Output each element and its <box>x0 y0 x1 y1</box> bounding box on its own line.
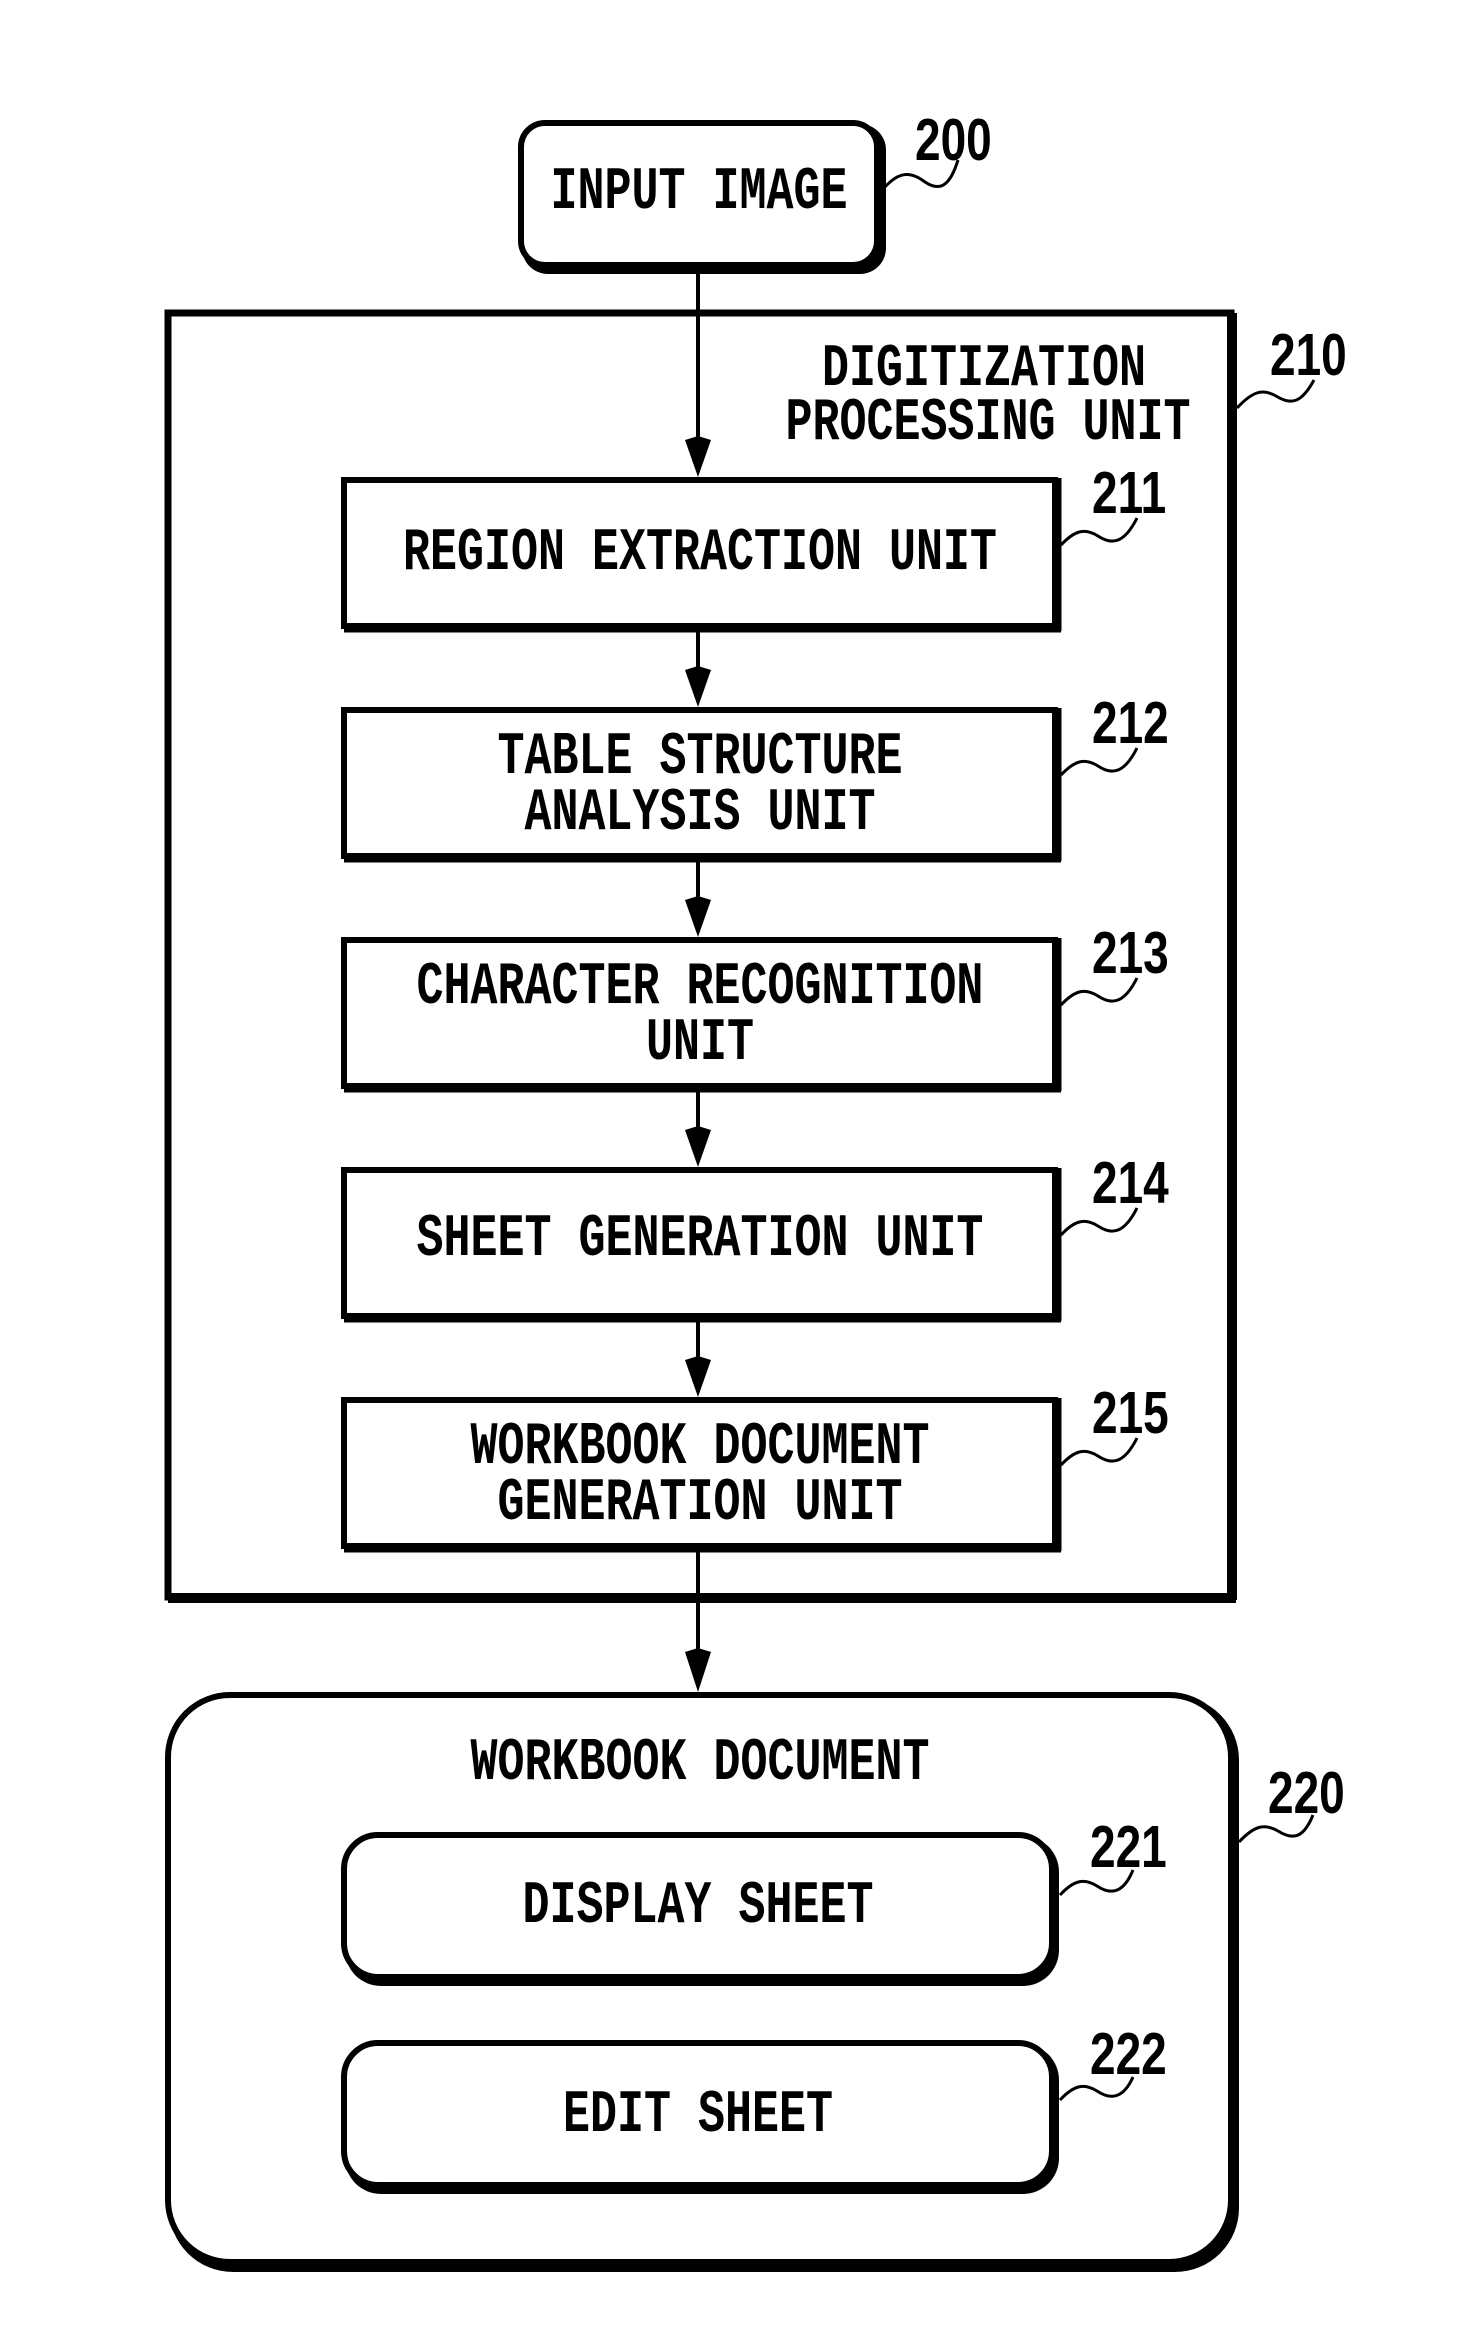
arrow-211-to-212 <box>685 632 711 707</box>
ref-number-212: 212 <box>1092 690 1169 756</box>
arrowhead-icon <box>685 436 711 477</box>
arrow-215-to-workbook <box>685 1552 711 1692</box>
ref-number-213: 213 <box>1092 920 1169 986</box>
unit-212-label-line-2: ANALYSIS UNIT <box>525 780 876 848</box>
arrowhead-icon <box>685 1648 711 1692</box>
ref-number-220: 220 <box>1268 1760 1345 1826</box>
input-image-label: INPUT IMAGE <box>551 159 848 227</box>
arrow-214-to-215 <box>685 1322 711 1397</box>
input-image-block: INPUT IMAGE 200 <box>518 107 992 274</box>
unit-211-label-line-1: REGION EXTRACTION UNIT <box>403 520 997 588</box>
unit-215-label-line-2: GENERATION UNIT <box>498 1470 903 1538</box>
unit-213-label-line-2: UNIT <box>646 1010 754 1078</box>
unit-215: WORKBOOK DOCUMENT GENERATION UNIT 215 <box>341 1380 1169 1553</box>
arrow-input-to-region <box>685 274 711 477</box>
workbook-document-title: WORKBOOK DOCUMENT <box>471 1730 930 1798</box>
arrow-213-to-214 <box>685 1092 711 1167</box>
arrowhead-icon <box>685 666 711 707</box>
arrow-212-to-213 <box>685 862 711 937</box>
ref-number-210: 210 <box>1270 322 1347 388</box>
unit-212: TABLE STRUCTURE ANALYSIS UNIT 212 <box>341 690 1169 863</box>
edit-sheet-label: EDIT SHEET <box>563 2082 833 2150</box>
ref-number-214: 214 <box>1092 1150 1169 1216</box>
ref-number-222: 222 <box>1090 2021 1167 2087</box>
ref-number-211: 211 <box>1092 460 1166 526</box>
arrowhead-icon <box>685 896 711 937</box>
block-diagram: INPUT IMAGE 200 DIGITIZATION PROCESSING … <box>164 107 1347 2272</box>
unit-213: CHARACTER RECOGNITION UNIT 213 <box>341 920 1169 1093</box>
display-sheet-label: DISPLAY SHEET <box>523 1873 874 1941</box>
arrowhead-icon <box>685 1126 711 1167</box>
arrowhead-icon <box>685 1356 711 1397</box>
ref-number-215: 215 <box>1092 1380 1169 1446</box>
unit-211: REGION EXTRACTION UNIT 211 <box>341 460 1166 633</box>
unit-214: SHEET GENERATION UNIT 214 <box>341 1150 1169 1323</box>
ref-number-200: 200 <box>915 107 992 173</box>
ref-number-221: 221 <box>1090 1814 1167 1880</box>
digitization-unit-title-line-2: PROCESSING UNIT <box>786 390 1191 458</box>
unit-214-label-line-1: SHEET GENERATION UNIT <box>417 1206 984 1274</box>
